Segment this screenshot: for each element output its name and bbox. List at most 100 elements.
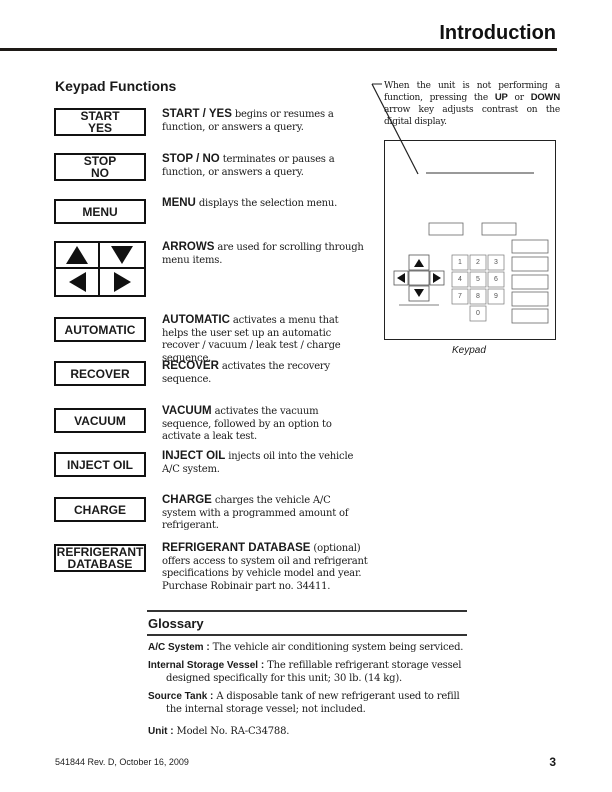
glossary-entry-unit: Unit : Model No. RA-C34788. [148,725,473,738]
digit-7: 7 [458,293,462,300]
vacuum-description: VACUUM activates the vacuum sequence, fo… [162,405,367,444]
vacuum-mini-key [511,291,549,307]
right-arrow-icon [113,272,131,292]
refrigerant-database-key: REFRIGERANT DATABASE [54,544,146,572]
term: INJECT OIL [162,450,226,462]
keypad-illustration: 1 2 3 4 5 6 7 8 9 0 [384,140,556,340]
up-arrow-cell [56,243,100,269]
up-term: UP [494,92,508,103]
glossary-term: Unit : [148,726,174,737]
automatic-key: AUTOMATIC [54,317,146,342]
term: START / YES [162,108,232,120]
figure-caption: Keypad [452,345,486,356]
definition: displays the selection menu. [195,198,338,209]
menu-key: MENU [54,199,146,224]
digit-3: 3 [494,259,498,266]
left-arrow-cell [56,269,100,295]
key-label-line: VACUUM [74,413,126,428]
contrast-callout: When the unit is not performing a functi… [384,80,560,128]
term: AUTOMATIC [162,314,230,326]
key-label-line: NO [91,166,109,180]
glossary-top-rule [147,610,467,612]
key-label-line: MENU [82,204,118,219]
automatic-description: AUTOMATIC activates a menu that helps th… [162,314,367,365]
glossary-bottom-rule [147,634,467,636]
refrigerant-database-description: REFRIGERANT DATABASE (optional) offers a… [162,542,372,593]
digit-4: 4 [458,276,462,283]
right-arrow-cell [100,269,144,295]
start-yes-mini-key [428,222,464,236]
term: STOP / NO [162,153,220,165]
glossary-definition-cont: designed specifically for this unit; 30 … [166,673,403,684]
down-term: DOWN [530,92,560,103]
keypad-drawing: 1 2 3 4 5 6 7 8 9 0 [393,172,549,324]
charge-mini-key [511,308,549,324]
glossary-entry-ac-system: A/C System : The vehicle air conditionin… [148,641,473,654]
start-yes-description: START / YES begins or resumes a function… [162,108,367,134]
inject-oil-key: INJECT OIL [54,452,146,477]
recover-key: RECOVER [54,361,146,386]
glossary-definition: Model No. RA-C34788. [173,726,290,737]
term: RECOVER [162,360,219,372]
term: ARROWS [162,241,215,253]
digit-1: 1 [458,259,462,266]
term: REFRIGERANT DATABASE [162,542,311,554]
start-yes-key: START YES [54,108,146,136]
automatic-mini-key [511,256,549,272]
glossary-term: A/C System : [148,642,210,653]
stop-no-description: STOP / NO terminates or pauses a functio… [162,153,367,179]
digit-2: 2 [476,259,480,266]
glossary-definition-cont: the internal storage vessel; not include… [166,704,366,715]
stop-no-key: STOP NO [54,153,146,181]
optional-note: (optional) [310,543,361,554]
center-mini-key [408,270,430,286]
down-arrow-cell [100,243,144,269]
glossary-entry-source-tank: Source Tank : A disposable tank of new r… [148,690,473,716]
digit-8: 8 [476,293,480,300]
glossary-title: Glossary [148,616,204,631]
term: VACUUM [162,405,212,417]
glossary-definition: The vehicle air conditioning system bein… [209,642,464,653]
callout-text: arrow key adjusts contrast on the digita… [384,105,560,127]
recover-mini-key [511,274,549,290]
section-title-keypad-functions: Keypad Functions [55,78,177,94]
left-mini-arrow-icon [397,273,405,283]
charge-key: CHARGE [54,497,146,522]
key-label-line: DATABASE [67,557,133,571]
up-arrow-icon [66,246,88,264]
key-label-line: RECOVER [70,366,130,381]
charge-description: CHARGE charges the vehicle A/C system wi… [162,494,367,533]
digit-0: 0 [476,310,480,317]
header-rule [0,48,557,51]
callout-text: or [507,93,531,103]
down-mini-arrow-icon [414,289,424,297]
inject-oil-description: INJECT OIL injects oil into the vehicle … [162,450,367,476]
digit-labels: 1 2 3 4 5 6 7 8 9 0 [458,259,498,317]
footer-doc-info: 541844 Rev. D, October 16, 2009 [55,757,189,767]
page-header-title: Introduction [439,22,556,44]
menu-mini-key [511,239,549,254]
down-arrow-icon [111,246,133,264]
key-label-line: YES [87,121,112,135]
term: CHARGE [162,494,212,506]
key-label-line: INJECT OIL [66,457,133,472]
key-label-line: CHARGE [73,502,126,517]
arrow-keys [54,241,146,297]
glossary-definition: A disposable tank of new refrigerant use… [213,691,460,702]
page-number: 3 [549,755,556,769]
key-label-line: AUTOMATIC [64,322,136,337]
right-mini-arrow-icon [433,273,441,283]
left-arrow-icon [68,272,86,292]
digit-5: 5 [476,276,480,283]
glossary-term: Internal Storage Vessel : [148,660,265,671]
vacuum-key: VACUUM [54,408,146,433]
glossary-term: Source Tank : [148,691,214,702]
definition: offers access to system oil and refriger… [162,555,368,592]
up-mini-arrow-icon [414,259,424,267]
glossary-entry-internal-storage-vessel: Internal Storage Vessel : The refillable… [148,659,473,685]
digit-9: 9 [494,293,498,300]
digit-6: 6 [494,276,498,283]
menu-description: MENU displays the selection menu. [162,197,367,211]
arrows-description: ARROWS are used for scrolling through me… [162,241,367,267]
glossary-definition: The refillable refrigerant storage vesse… [264,660,462,671]
